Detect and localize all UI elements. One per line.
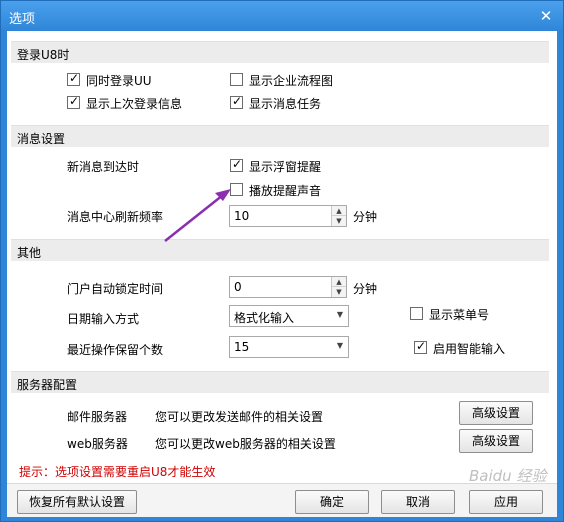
options-dialog: 选项 ✕ 登录U8时 同时登录UU 显示企业流程图 显示上次登录信息 显示消息任…	[0, 0, 564, 522]
watermark: Baidu 经验	[469, 467, 547, 485]
annotation-arrow-icon	[164, 189, 231, 242]
